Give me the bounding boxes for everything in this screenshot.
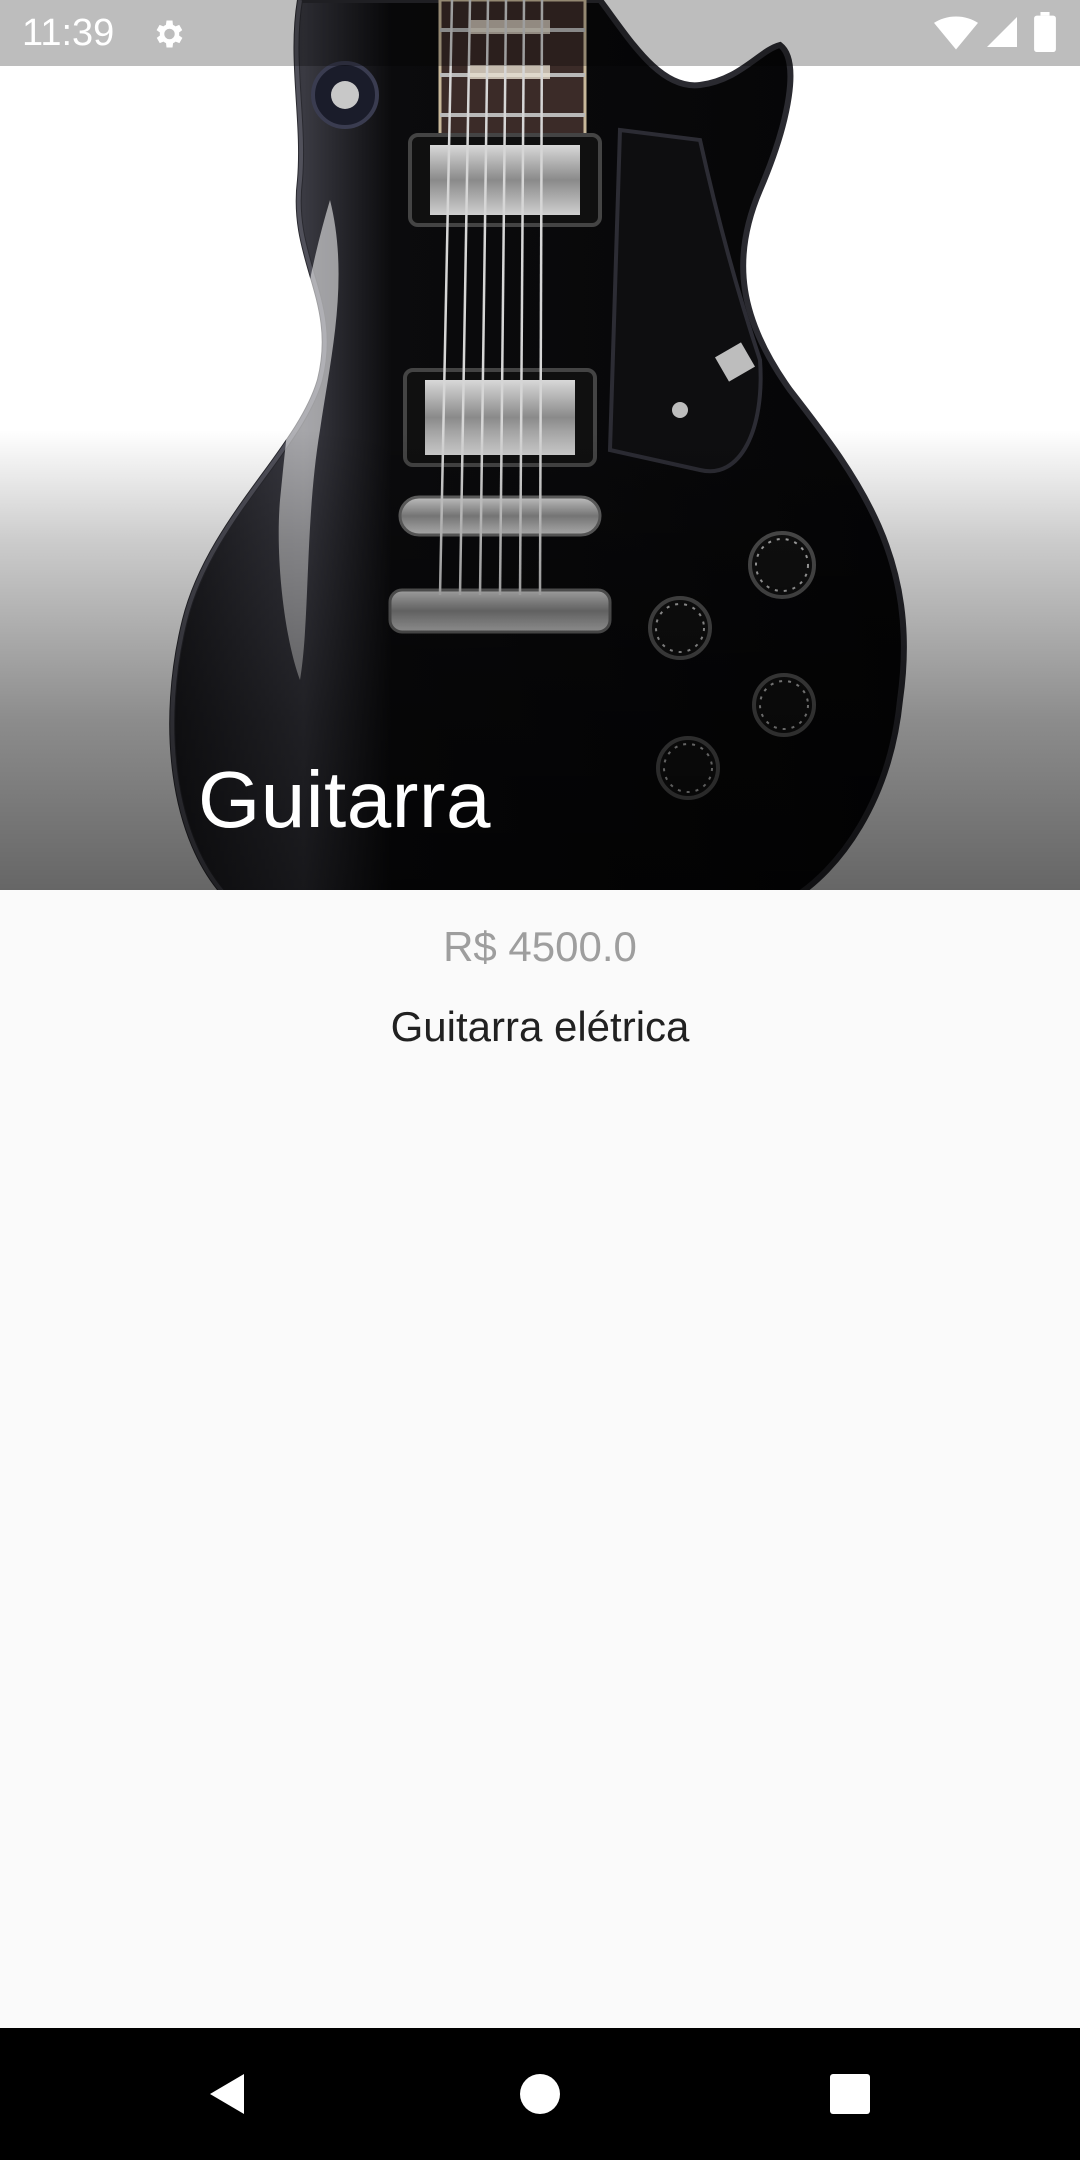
status-bar: 11:39 — [0, 0, 1080, 66]
wifi-icon — [934, 16, 978, 50]
guitar-image — [169, 0, 907, 890]
product-image: Guitarra — [0, 0, 1080, 890]
recents-icon[interactable] — [820, 2064, 880, 2124]
status-time: 11:39 — [22, 12, 115, 54]
back-icon[interactable] — [196, 2064, 256, 2124]
battery-icon — [1034, 12, 1056, 52]
signal-icon — [987, 17, 1017, 47]
product-price: R$ 4500.0 — [443, 923, 637, 970]
product-title: Guitarra — [198, 755, 491, 844]
navigation-bar — [0, 2028, 1080, 2160]
product-description: Guitarra elétrica — [390, 1003, 690, 1050]
settings-icon — [156, 20, 183, 48]
product-detail-screen: Guitarra 11:39 R$ 4500.0 Guitarra elétri… — [0, 0, 1080, 2160]
home-icon[interactable] — [510, 2064, 570, 2124]
